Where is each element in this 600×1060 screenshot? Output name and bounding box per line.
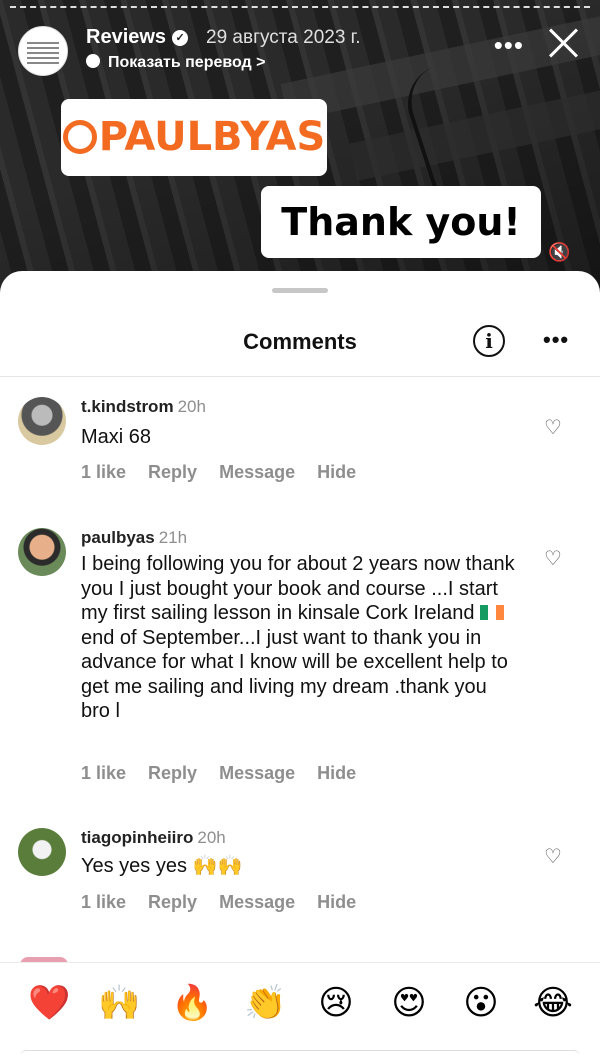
story-account-avatar[interactable]: [18, 26, 68, 76]
more-icon[interactable]: •••: [494, 30, 524, 61]
reaction-bar: ❤️ 🙌 🔥 👏 😢 😍 😮 😂: [0, 962, 600, 1049]
reply-button[interactable]: Reply: [148, 462, 197, 482]
hide-button[interactable]: Hide: [317, 763, 356, 783]
sheet-title: Comments: [243, 329, 357, 354]
story-header: Reviews ✓ 29 августа 2023 г. Показать пер…: [18, 24, 582, 78]
comment-text-part: I being following you for about 2 years …: [81, 553, 515, 624]
comment-time: 21h: [158, 528, 188, 547]
close-icon[interactable]: [546, 24, 582, 60]
comment-username[interactable]: t.kindstrom 20h: [81, 397, 206, 417]
heart-icon[interactable]: ♡: [544, 415, 566, 439]
avatar[interactable]: [18, 828, 66, 876]
raising-hands-emoji-icon[interactable]: 🙌: [98, 983, 140, 1023]
comments-sheet: Comments i ••• t.kindstrom 20h Maxi 68 ♡ …: [0, 271, 600, 1060]
comment-text-part: end of September...I just want to thank …: [81, 626, 508, 723]
message-button[interactable]: Message: [219, 763, 295, 783]
comment-actions: 1 like Reply Message Hide: [81, 892, 378, 913]
comment-time: 20h: [197, 828, 226, 847]
hide-button[interactable]: Hide: [317, 462, 356, 482]
clapping-hands-emoji-icon[interactable]: 👏: [244, 983, 286, 1023]
story-account-label: Reviews: [86, 26, 167, 48]
avatar[interactable]: [18, 528, 66, 576]
story-screen: Reviews ✓ 29 августа 2023 г. Показать пер…: [0, 0, 600, 1060]
username-label: tiagopinheiiro: [81, 828, 194, 847]
reply-button[interactable]: Reply: [148, 892, 197, 912]
comment-composer[interactable]: [20, 1050, 580, 1060]
translate-label: Показать перевод: [108, 54, 252, 71]
story-account-name[interactable]: Reviews ✓: [86, 26, 189, 49]
handle-sticker-text: PAULBYAS: [98, 114, 326, 160]
divider: [0, 376, 600, 377]
heart-icon[interactable]: ♡: [544, 546, 566, 570]
surprised-face-emoji-icon[interactable]: 😮: [461, 983, 501, 1023]
like-count[interactable]: 1 like: [81, 462, 126, 482]
story-progress-bar: [10, 6, 590, 11]
comment-username[interactable]: paulbyas 21h: [81, 528, 187, 548]
comment-time: 20h: [177, 397, 206, 416]
ireland-flag-icon: [480, 605, 505, 620]
chevron-right-icon: >: [256, 54, 266, 71]
comment-actions: 1 like Reply Message Hide: [81, 462, 378, 483]
threads-logo: [62, 120, 97, 154]
message-button[interactable]: Message: [219, 462, 295, 482]
message-button[interactable]: Message: [219, 892, 295, 912]
like-count[interactable]: 1 like: [81, 763, 126, 783]
comment-actions: 1 like Reply Message Hide: [81, 763, 378, 784]
like-count[interactable]: 1 like: [81, 892, 126, 912]
speech-bubble-icon: [86, 54, 100, 68]
heart-emoji-icon[interactable]: ❤️: [28, 983, 70, 1023]
username-label: paulbyas: [81, 528, 155, 547]
sheet-grabber[interactable]: [272, 288, 328, 293]
more-icon[interactable]: •••: [543, 327, 569, 353]
avatar-image: [27, 39, 59, 67]
reply-button[interactable]: Reply: [148, 763, 197, 783]
comment-username[interactable]: tiagopinheiiro 20h: [81, 828, 226, 848]
story-date: 29 августа 2023 г.: [206, 27, 361, 48]
comment-text: I being following you for about 2 years …: [81, 552, 521, 724]
comment-text: Maxi 68: [81, 426, 152, 448]
handle-sticker[interactable]: PAULBYAS: [61, 99, 327, 176]
info-icon[interactable]: i: [473, 325, 505, 357]
fire-emoji-icon[interactable]: 🔥: [171, 983, 213, 1023]
comment-text: Yes yes yes 🙌🙌: [81, 855, 243, 877]
hide-button[interactable]: Hide: [317, 892, 356, 912]
heart-icon[interactable]: ♡: [544, 844, 566, 868]
tears-of-joy-emoji-icon[interactable]: 😂: [533, 983, 573, 1023]
avatar[interactable]: [18, 397, 66, 445]
thank-you-sticker: Thank you!: [261, 186, 541, 258]
username-label: t.kindstrom: [81, 397, 174, 416]
mute-icon[interactable]: 🔇: [548, 242, 570, 263]
crying-face-emoji-icon[interactable]: 😢: [316, 983, 356, 1023]
heart-eyes-emoji-icon[interactable]: 😍: [389, 983, 429, 1023]
verified-icon: ✓: [172, 30, 189, 46]
translate-button[interactable]: Показать перевод >: [86, 54, 266, 72]
